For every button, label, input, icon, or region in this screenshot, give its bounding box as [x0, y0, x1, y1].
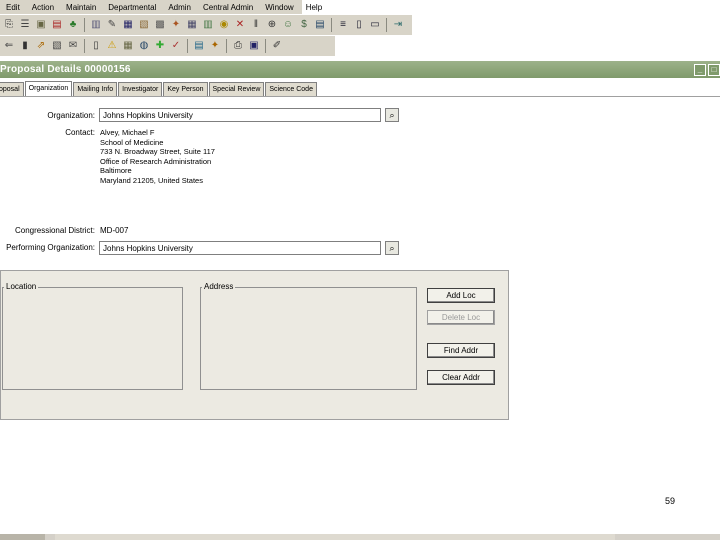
cabinet-icon[interactable]: ▤: [192, 39, 206, 53]
performing-organization-search-icon[interactable]: ⌕: [385, 241, 399, 255]
toolbar-separator: [187, 39, 188, 53]
menu-bar: Edit Action Maintain Departmental Admin …: [0, 0, 322, 14]
contact-line: Baltimore: [100, 166, 132, 175]
tab-bar: Proposal Organization Mailing Info Inves…: [0, 81, 318, 96]
page-number: 59: [665, 496, 676, 506]
status-segment: [55, 534, 615, 540]
menu-maintain[interactable]: Maintain: [60, 3, 102, 12]
add-location-button[interactable]: Add Loc: [427, 288, 495, 303]
new-icon[interactable]: ⎘: [2, 18, 16, 32]
menu-admin[interactable]: Admin: [162, 3, 197, 12]
lines-icon[interactable]: ≡: [336, 18, 350, 32]
tab-mailing-info[interactable]: Mailing Info: [73, 82, 118, 96]
toolbar-separator: [265, 39, 266, 53]
window-title: Proposal Details 00000156: [0, 64, 131, 75]
clear-address-button[interactable]: Clear Addr: [427, 370, 495, 385]
back-icon[interactable]: ⇐: [2, 39, 16, 53]
window-title-bar: Proposal Details 00000156 _ □: [0, 61, 720, 78]
print2-icon[interactable]: ⎙: [231, 39, 245, 53]
address-list[interactable]: [200, 287, 417, 390]
open-icon[interactable]: ☰: [18, 18, 32, 32]
window-icon[interactable]: ▭: [368, 18, 382, 32]
globe-icon[interactable]: ◍: [137, 39, 151, 53]
toolbar-separator: [386, 18, 387, 32]
toolbar-separator: [84, 18, 85, 32]
menu-central-admin[interactable]: Central Admin: [197, 3, 259, 12]
mail-icon[interactable]: ✉: [66, 39, 80, 53]
contact-address: Alvey, Michael F School of Medicine 733 …: [100, 128, 215, 185]
toolbar-separator: [84, 39, 85, 53]
calc-icon[interactable]: ▩: [153, 18, 167, 32]
copy2-icon[interactable]: ▮: [18, 39, 32, 53]
exit-icon[interactable]: ⇥: [391, 18, 405, 32]
doc-edit-icon[interactable]: ▧: [50, 39, 64, 53]
location-list[interactable]: [2, 287, 183, 390]
toolbar-row-2: ⇐ ▮ ⇗ ▧ ✉ ▯ ⚠ ▦ ◍ ✚ ✓ ▤ ✦ ⎙ ▣ ✐: [0, 36, 335, 56]
budget-icon[interactable]: $: [297, 18, 311, 32]
building-icon[interactable]: ▦: [121, 39, 135, 53]
tab-investigator[interactable]: Investigator: [118, 82, 163, 96]
contact-line: 733 N. Broadway Street, Suite 117: [100, 147, 215, 156]
tab-proposal[interactable]: Proposal: [0, 82, 24, 96]
alert-icon[interactable]: ⚠: [105, 39, 119, 53]
doc2-icon[interactable]: ▯: [89, 39, 103, 53]
check-icon[interactable]: ✓: [169, 39, 183, 53]
rates-icon[interactable]: ✕: [233, 18, 247, 32]
tab-divider: [0, 96, 720, 97]
tab-science-code[interactable]: Science Code: [265, 82, 317, 96]
contact-line: Maryland 21205, United States: [100, 175, 203, 185]
contact-label: Contact:: [65, 128, 95, 137]
organization-label: Organization:: [47, 111, 95, 120]
location-label: Location: [4, 282, 39, 291]
doc-icon[interactable]: ▧: [137, 18, 151, 32]
organization-search-icon[interactable]: ⌕: [385, 108, 399, 122]
contact-line: Office of Research Administration: [100, 156, 212, 166]
people-icon[interactable]: ☺: [281, 18, 295, 32]
toolbar-separator: [331, 18, 332, 32]
congressional-district-label: Congressional District:: [14, 226, 95, 235]
save-disk-icon[interactable]: ▦: [121, 18, 135, 32]
tab-organization[interactable]: Organization: [24, 81, 73, 96]
folder-icon[interactable]: ▤: [313, 18, 327, 32]
save2-icon[interactable]: ▣: [247, 39, 261, 53]
performing-organization-label: Performing Organization:: [6, 243, 95, 252]
performing-organization-field[interactable]: Johns Hopkins University: [99, 241, 381, 255]
tools2-icon[interactable]: ✦: [208, 39, 222, 53]
copy-icon[interactable]: ▣: [34, 18, 48, 32]
tools-icon[interactable]: ✦: [169, 18, 183, 32]
edit-icon[interactable]: ✎: [105, 18, 119, 32]
menu-help[interactable]: Help: [300, 3, 328, 12]
chart-icon[interactable]: ▥: [89, 18, 103, 32]
organization-field[interactable]: Johns Hopkins University: [99, 108, 381, 122]
contact-line: Alvey, Michael F: [100, 128, 155, 137]
maximize-icon[interactable]: □: [708, 64, 720, 76]
menu-departmental[interactable]: Departmental: [102, 3, 162, 12]
congressional-district-value: MD-007: [100, 226, 129, 235]
find-address-button[interactable]: Find Addr: [427, 343, 495, 358]
menu-action[interactable]: Action: [26, 3, 60, 12]
tree-icon[interactable]: ♣: [66, 18, 80, 32]
status-segment: [0, 534, 45, 540]
coins-icon[interactable]: ◉: [217, 18, 231, 32]
menu-edit[interactable]: Edit: [0, 3, 26, 12]
columns-icon[interactable]: ▯: [352, 18, 366, 32]
status-bar: [0, 534, 720, 540]
toolbar-row-1: ⎘ ☰ ▣ ▤ ♣ ▥ ✎ ▦ ▧ ▩ ✦ ▦ ▥ ◉ ✕ ‖ ⊕ ☺ $ ▤ …: [0, 15, 412, 35]
delete-location-button[interactable]: Delete Loc: [427, 310, 495, 325]
toolbar-separator: [226, 39, 227, 53]
print-icon[interactable]: ▤: [50, 18, 64, 32]
address-label: Address: [202, 282, 236, 291]
doc-arrow-icon[interactable]: ⇗: [34, 39, 48, 53]
menu-window[interactable]: Window: [259, 3, 299, 12]
chart2-icon[interactable]: ▥: [201, 18, 215, 32]
contact-line: School of Medicine: [100, 137, 164, 147]
pause-icon[interactable]: ‖: [249, 18, 263, 32]
tab-special-review[interactable]: Special Review: [208, 82, 265, 96]
dial-icon[interactable]: ⊕: [265, 18, 279, 32]
grid-icon[interactable]: ▦: [185, 18, 199, 32]
edit2-icon[interactable]: ✐: [270, 39, 284, 53]
green-icon[interactable]: ✚: [153, 39, 167, 53]
minimize-icon[interactable]: _: [694, 64, 706, 76]
tab-key-person[interactable]: Key Person: [163, 82, 208, 96]
